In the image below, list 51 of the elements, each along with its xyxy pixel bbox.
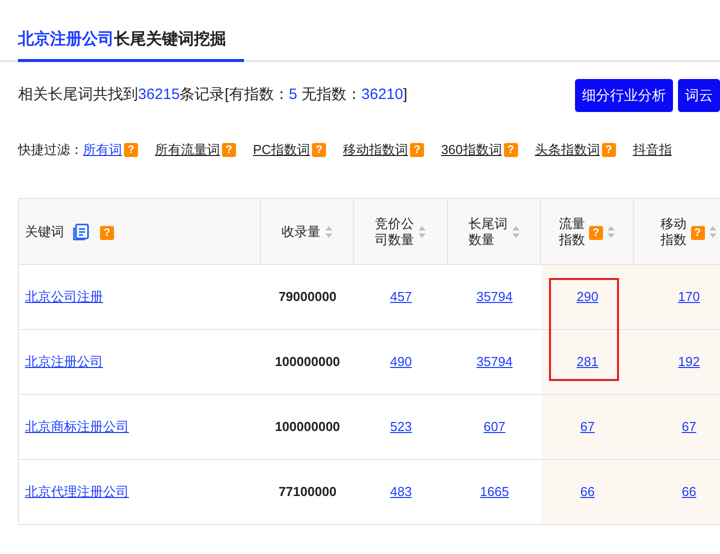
sort-icon[interactable] xyxy=(607,224,615,238)
filter-link[interactable]: 所有流量词 xyxy=(155,140,220,160)
header-text: 长尾词数量 xyxy=(468,216,508,248)
number-link[interactable]: 66 xyxy=(682,482,696,502)
table-cell-text: 100000000 xyxy=(274,353,340,372)
sort-icon[interactable] xyxy=(512,224,520,238)
header-text: 竞价公司数量 xyxy=(375,216,414,248)
filter-link[interactable]: 360指数词 xyxy=(441,140,502,160)
sort-icon[interactable] xyxy=(708,224,716,238)
table-cell-text: 79000000 xyxy=(278,288,336,306)
page-tab[interactable]: 北京注册公司长尾关键词挖掘 xyxy=(18,28,244,62)
keyword-link[interactable]: 北京代理注册公司 xyxy=(25,482,129,502)
sort-icon[interactable] xyxy=(324,224,332,238)
keyword-link[interactable]: 北京公司注册 xyxy=(25,287,103,307)
document-icon[interactable] xyxy=(72,222,90,240)
filter-label: 快捷过滤： xyxy=(18,141,83,160)
header-text: 收录量 xyxy=(282,224,320,240)
keyword-link[interactable]: 北京商标注册公司 xyxy=(25,417,129,437)
action-button[interactable]: 细分行业分析 xyxy=(575,78,673,112)
header-text: 关键词 xyxy=(25,224,64,240)
result-summary: 相关长尾词共找到36215条记录[有指数：5 无指数：36210] xyxy=(18,84,408,105)
number-link[interactable]: 490 xyxy=(390,352,412,372)
number-link[interactable]: 67 xyxy=(682,417,696,437)
number-link[interactable]: 192 xyxy=(678,352,700,372)
keyword-link[interactable]: 北京注册公司 xyxy=(25,352,103,372)
number-link[interactable]: 35794 xyxy=(476,352,513,372)
number-link[interactable]: 170 xyxy=(678,287,700,307)
action-button[interactable]: 词云 xyxy=(678,78,720,112)
header-text: 流量指数 xyxy=(559,216,585,248)
column-header[interactable]: 收录量 xyxy=(261,199,354,264)
table-cell-text: 100000000 xyxy=(274,418,340,436)
number-link[interactable]: 457 xyxy=(390,287,412,307)
number-link[interactable]: 66 xyxy=(580,482,595,502)
filter-link[interactable]: 所有词 xyxy=(83,140,122,160)
number-link[interactable]: 483 xyxy=(390,482,412,502)
number-link[interactable]: 35794 xyxy=(476,287,513,307)
filter-link[interactable]: 头条指数词 xyxy=(534,140,600,160)
header-text: 移动指数 xyxy=(660,216,686,248)
number-link[interactable]: 523 xyxy=(390,417,412,437)
column-header[interactable]: 长尾词数量 xyxy=(448,199,541,264)
number-link[interactable]: 290 xyxy=(576,287,598,307)
sort-icon[interactable] xyxy=(418,224,426,238)
filter-link[interactable]: 抖音指 xyxy=(632,140,672,160)
number-link[interactable]: 281 xyxy=(576,352,598,372)
table-cell-text: 77100000 xyxy=(278,483,336,502)
number-link[interactable]: 1665 xyxy=(480,482,509,502)
filter-link[interactable]: PC指数词 xyxy=(253,140,310,160)
number-link[interactable]: 67 xyxy=(580,417,595,437)
column-header[interactable]: 竞价公司数量 xyxy=(354,199,448,264)
filter-link[interactable]: 移动指数词 xyxy=(343,140,408,160)
number-link[interactable]: 607 xyxy=(484,417,506,437)
